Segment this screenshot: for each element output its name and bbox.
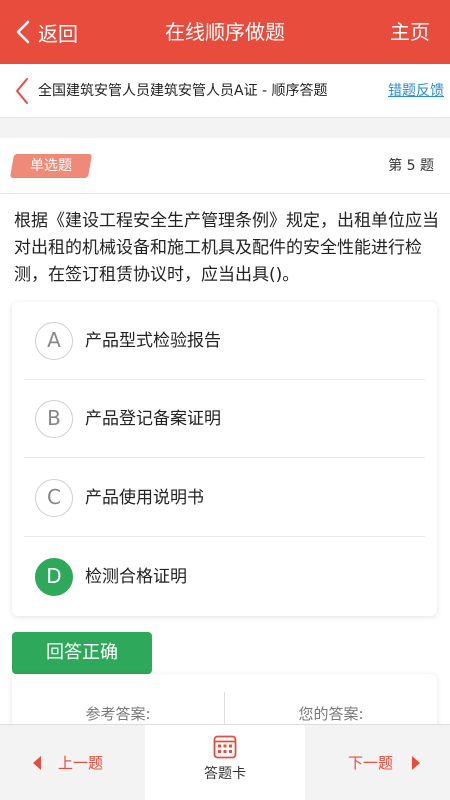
back-label: 返回 bbox=[38, 21, 78, 46]
option-d[interactable]: D 检测合格证明 bbox=[24, 538, 425, 616]
triangle-right-icon bbox=[412, 756, 420, 770]
back-button[interactable]: 返回 bbox=[14, 0, 78, 64]
option-letter: B bbox=[35, 400, 73, 438]
grid-icon bbox=[213, 735, 237, 759]
chevron-left-icon[interactable] bbox=[14, 77, 30, 105]
divider bbox=[0, 193, 450, 194]
option-c[interactable]: C 产品使用说明书 bbox=[24, 459, 425, 537]
previous-label: 上一题 bbox=[58, 754, 104, 772]
option-a[interactable]: A 产品型式检验报告 bbox=[24, 302, 425, 380]
breadcrumb: 全国建筑安管人员建筑安管人员A证 - 顺序答题 错题反馈 bbox=[0, 64, 450, 118]
question-type-badge: 单选题 bbox=[9, 154, 93, 178]
question-text: 根据《建设工程安全生产管理条例》规定，出租单位应当对出租的机械设备和施工机具及配… bbox=[14, 211, 439, 285]
option-letter: C bbox=[35, 479, 73, 517]
option-letter-correct: D bbox=[35, 558, 73, 596]
options-card: A 产品型式检验报告 B 产品登记备案证明 C 产品使用说明书 D 检测合格证明 bbox=[12, 302, 437, 616]
previous-question-button[interactable]: 上一题 bbox=[0, 725, 145, 800]
option-text: 产品登记备案证明 bbox=[85, 409, 221, 429]
your-answer-label: 您的答案: bbox=[298, 705, 364, 723]
answer-card-button[interactable]: 答题卡 bbox=[145, 725, 305, 800]
option-b[interactable]: B 产品登记备案证明 bbox=[24, 380, 425, 458]
option-text: 产品使用说明书 bbox=[85, 488, 204, 508]
next-question-button[interactable]: 下一题 bbox=[305, 725, 450, 800]
error-feedback-link[interactable]: 错题反馈 bbox=[388, 64, 444, 118]
question-number: 第 5 题 bbox=[388, 158, 434, 174]
bottom-nav: 上一题 答题卡 下一题 bbox=[0, 724, 450, 800]
option-letter: A bbox=[35, 322, 73, 360]
option-text: 检测合格证明 bbox=[85, 567, 187, 587]
question-type-label: 单选题 bbox=[30, 158, 72, 174]
answer-card-label: 答题卡 bbox=[204, 766, 246, 782]
chevron-left-icon bbox=[16, 20, 30, 44]
exam-title: 全国建筑安管人员建筑安管人员A证 - 顺序答题 bbox=[38, 83, 328, 99]
home-button[interactable]: 主页 bbox=[390, 0, 430, 64]
answer-correct-banner: 回答正确 bbox=[12, 632, 152, 674]
top-bar: 返回 在线顺序做题 主页 bbox=[0, 0, 450, 64]
reference-answer-label: 参考答案: bbox=[85, 705, 151, 723]
next-label: 下一题 bbox=[348, 754, 394, 772]
triangle-left-icon bbox=[33, 756, 41, 770]
option-text: 产品型式检验报告 bbox=[85, 331, 221, 351]
question-panel: 单选题 第 5 题 根据《建设工程安全生产管理条例》规定，出租单位应当对出租的机… bbox=[0, 138, 450, 734]
